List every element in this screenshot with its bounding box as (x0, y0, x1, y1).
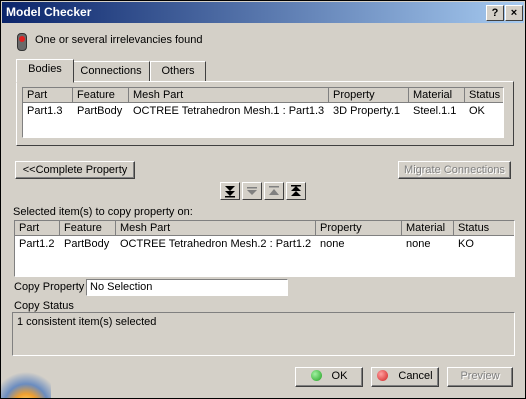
move-up-button[interactable] (264, 182, 284, 200)
ok-label: OK (331, 370, 348, 382)
cell-feature: PartBody (77, 105, 123, 117)
selected-items-table[interactable]: Part Feature Mesh Part Property Material… (14, 220, 515, 277)
cell-part: Part1.3 (27, 105, 63, 117)
selected-items-label: Selected item(s) to copy property on: (13, 206, 193, 218)
cancel-button[interactable]: Cancel (371, 367, 439, 387)
cell-property: none (320, 238, 345, 250)
column-header-material[interactable]: Material (409, 88, 465, 103)
tab-bodies[interactable]: Bodies (16, 59, 74, 83)
tab-connections[interactable]: Connections (72, 61, 150, 82)
move-down-icon (247, 187, 257, 195)
cell-property: 3D Property.1 (333, 105, 401, 117)
column-header-mesh-part[interactable]: Mesh Part (116, 221, 316, 236)
move-bottom-icon (225, 186, 235, 198)
move-top-icon (291, 185, 301, 196)
column-header-status[interactable]: Status (454, 221, 514, 236)
move-bottom-button[interactable] (220, 182, 240, 200)
ok-button[interactable]: OK (295, 367, 363, 387)
column-header-status[interactable]: Status (465, 88, 503, 103)
tab-others[interactable]: Others (150, 61, 206, 82)
bodies-table[interactable]: Part Feature Mesh Part Property Material… (22, 87, 504, 138)
move-top-button[interactable] (286, 182, 306, 200)
title-bar[interactable]: Model Checker ? × (2, 2, 524, 23)
status-message: One or several irrelevancies found (35, 34, 203, 46)
copy-status-box: 1 consistent item(s) selected (12, 312, 515, 356)
cell-mesh-part: OCTREE Tetrahedron Mesh.2 : Part1.2 (120, 238, 312, 250)
window-title: Model Checker (6, 5, 92, 19)
copy-property-field[interactable]: No Selection (86, 279, 288, 296)
ok-dot-icon (310, 370, 322, 381)
migrate-connections-button[interactable]: Migrate Connections (398, 161, 511, 179)
cell-status: KO (458, 238, 474, 250)
column-header-material[interactable]: Material (402, 221, 454, 236)
move-up-icon (269, 186, 279, 195)
cell-material: none (406, 238, 431, 250)
preview-label: Preview (460, 370, 500, 382)
catia-logo-icon (1, 361, 51, 398)
cancel-dot-icon (377, 370, 389, 381)
preview-button[interactable]: Preview (447, 367, 513, 387)
bodies-tab-panel: Part Feature Mesh Part Property Material… (16, 81, 514, 146)
cell-material: Steel.1.1 (413, 105, 457, 117)
model-checker-dialog: Model Checker ? × One or several irrelev… (0, 0, 526, 399)
copy-status-text: 1 consistent item(s) selected (17, 316, 157, 328)
column-header-feature[interactable]: Feature (60, 221, 116, 236)
copy-property-label: Copy Property (14, 281, 85, 293)
help-button[interactable]: ? (486, 5, 504, 21)
column-header-part[interactable]: Part (15, 221, 60, 236)
complete-property-button[interactable]: <<Complete Property (15, 161, 135, 179)
cell-status: OK (469, 105, 485, 117)
column-header-feature[interactable]: Feature (73, 88, 129, 103)
cell-part: Part1.2 (19, 238, 55, 250)
cell-feature: PartBody (64, 238, 110, 250)
status-light-icon (17, 33, 27, 51)
close-button[interactable]: × (505, 5, 523, 21)
migrate-connections-label: Migrate Connections (404, 164, 505, 176)
column-header-property[interactable]: Property (329, 88, 409, 103)
column-header-part[interactable]: Part (23, 88, 73, 103)
cancel-label: Cancel (398, 370, 433, 382)
column-header-property[interactable]: Property (316, 221, 402, 236)
column-header-mesh-part[interactable]: Mesh Part (129, 88, 329, 103)
move-down-button[interactable] (242, 182, 262, 200)
copy-status-label: Copy Status (14, 300, 74, 312)
cell-mesh-part: OCTREE Tetrahedron Mesh.1 : Part1.3 (133, 105, 325, 117)
